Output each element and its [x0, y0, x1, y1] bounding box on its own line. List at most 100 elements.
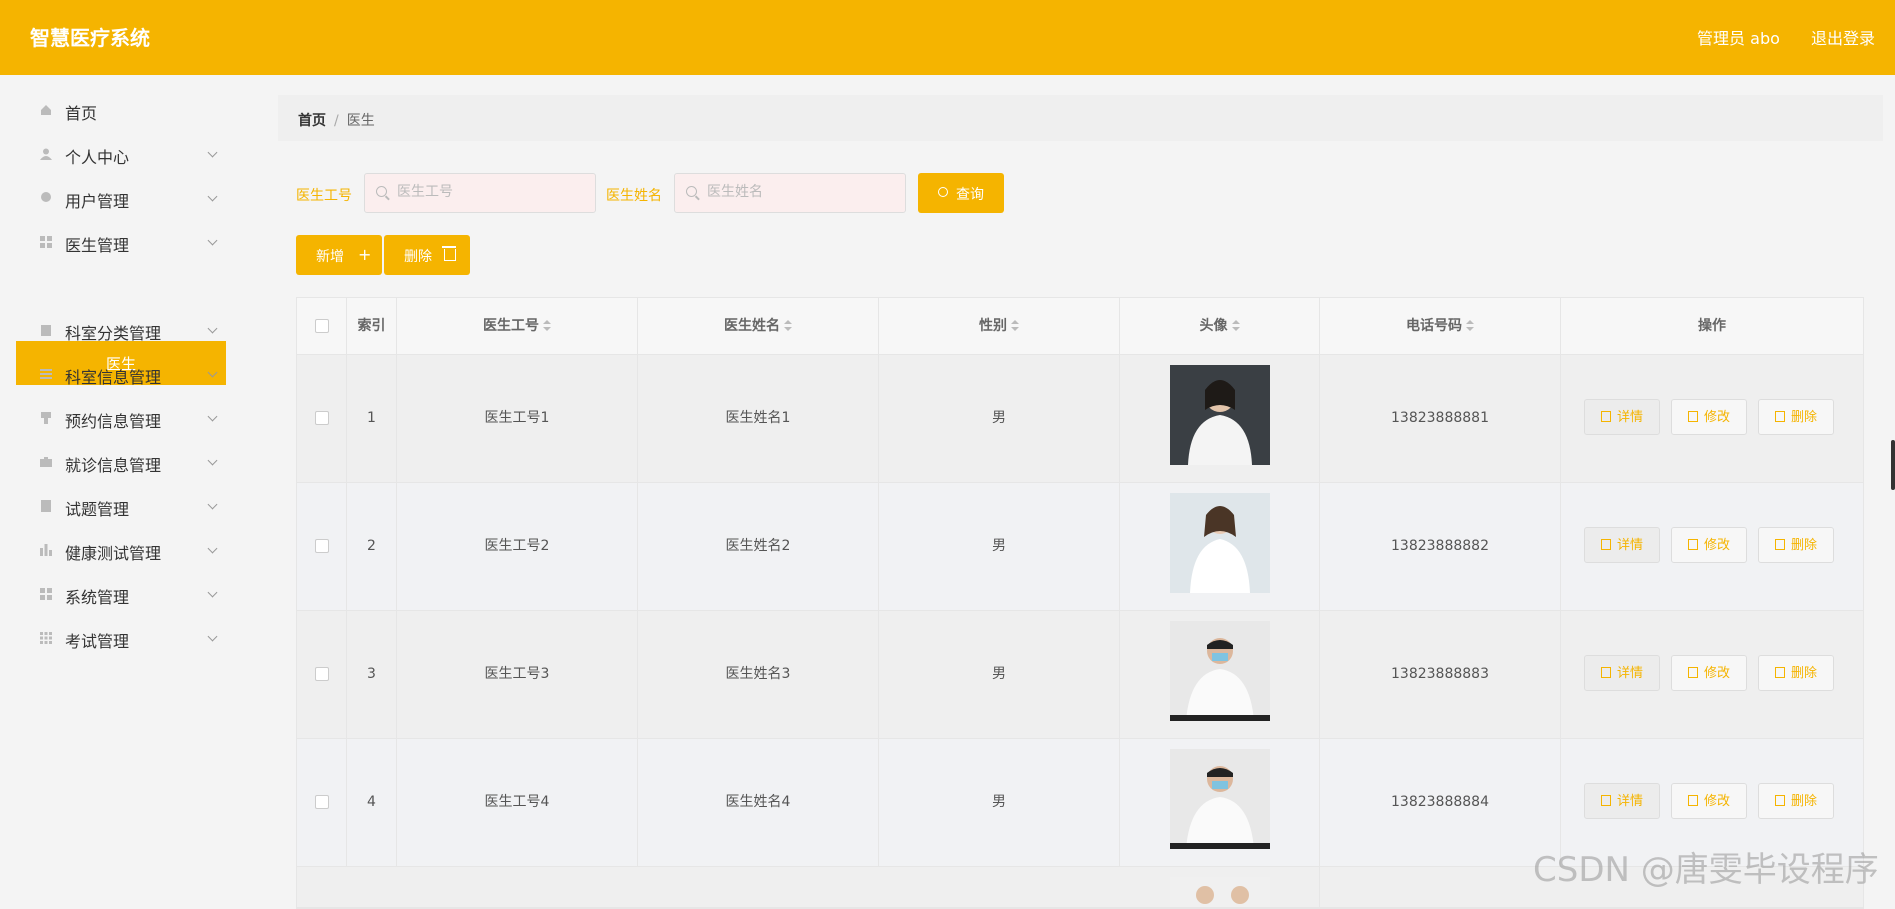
col-doctor-name[interactable]: 医生姓名 — [638, 298, 879, 354]
bookmark-icon — [41, 412, 51, 424]
doctor-name-input[interactable] — [705, 183, 899, 201]
row-checkbox[interactable] — [314, 411, 329, 425]
doctor-avatar — [1170, 365, 1270, 465]
trash-icon — [442, 246, 456, 261]
briefcase-icon — [40, 457, 52, 467]
col-avatar[interactable]: 头像 — [1120, 298, 1320, 354]
search-icon — [686, 186, 697, 197]
delete-label: 删除 — [1790, 410, 1817, 425]
doctor-name-field[interactable] — [674, 173, 906, 213]
sidebar-item-system[interactable]: 系统管理 — [16, 573, 226, 617]
edit-button[interactable]: 修改 — [1671, 655, 1747, 691]
edit-button[interactable]: 修改 — [1671, 783, 1747, 819]
edit-button[interactable]: 修改 — [1671, 527, 1747, 563]
chevron-down-icon — [207, 147, 218, 158]
user-icon — [40, 148, 52, 160]
detail-button[interactable]: 详情 — [1584, 527, 1660, 563]
row-checkbox[interactable] — [314, 795, 329, 809]
scrollbar[interactable] — [1891, 440, 1895, 490]
table-row: 1 医生工号1 医生姓名1 男 13823888881 详情 修改 删除 — [297, 355, 1863, 483]
table-header: 索引 医生工号 医生姓名 性别 头像 电话号码 操作 — [297, 298, 1863, 355]
col-doctor-id[interactable]: 医生工号 — [397, 298, 638, 354]
add-button[interactable]: 新增 + — [296, 235, 382, 275]
edit-button[interactable]: 修改 — [1671, 399, 1747, 435]
sidebar-item-label: 科室信息管理 — [65, 368, 162, 387]
sidebar-item-visit[interactable]: 就诊信息管理 — [16, 441, 226, 485]
row-checkbox[interactable] — [314, 539, 329, 553]
cell-gender: 男 — [879, 739, 1120, 866]
col-gender[interactable]: 性别 — [879, 298, 1120, 354]
doctor-avatar — [1170, 749, 1270, 849]
sidebar-item-user-management[interactable]: 用户管理 — [16, 177, 226, 221]
delete-button[interactable]: 删除 — [1758, 527, 1834, 563]
doctor-id-field[interactable] — [364, 173, 596, 213]
chevron-down-icon — [207, 631, 218, 642]
cell-avatar — [1120, 739, 1320, 866]
col-gender-label: 性别 — [979, 318, 1007, 334]
clipboard-icon — [41, 325, 51, 336]
col-phone[interactable]: 电话号码 — [1320, 298, 1561, 354]
chevron-down-icon — [207, 191, 218, 202]
sort-icon[interactable] — [784, 320, 792, 332]
sort-icon[interactable] — [1011, 320, 1019, 332]
doctor-table: 索引 医生工号 医生姓名 性别 头像 电话号码 操作 1 医生工号1 医生姓名1… — [296, 297, 1864, 909]
sidebar-item-personal-center[interactable]: 个人中心 — [16, 133, 226, 177]
sidebar-item-label: 科室分类管理 — [65, 324, 162, 343]
cell-phone: 13823888881 — [1320, 355, 1561, 482]
cell-ops: 详情 修改 删除 — [1561, 483, 1863, 610]
delete-button[interactable]: 删除 — [1758, 655, 1834, 691]
sidebar-item-appointment[interactable]: 预约信息管理 — [16, 397, 226, 441]
trash-icon — [1774, 667, 1785, 678]
sidebar-item-department-info[interactable]: 科室信息管理 — [16, 353, 226, 397]
col-doctor-name-label: 医生姓名 — [724, 318, 780, 334]
sort-icon[interactable] — [1231, 320, 1240, 332]
sidebar-item-doctor-management[interactable]: 医生管理 — [16, 221, 226, 265]
sidebar-item-label: 试题管理 — [65, 500, 130, 519]
sidebar-item-exam[interactable]: 考试管理 — [16, 617, 226, 661]
sidebar-item-health-test[interactable]: 健康测试管理 — [16, 529, 226, 573]
chevron-down-icon — [207, 367, 218, 378]
cell-index: 2 — [347, 483, 397, 610]
cell-doctor-name: 医生姓名2 — [638, 483, 879, 610]
edit-icon — [1687, 539, 1698, 550]
top-right: 管理员 abo 退出登录 — [1671, 25, 1875, 49]
sidebar-item-department-category[interactable]: 科室分类管理 — [16, 309, 226, 353]
delete-label: 删除 — [1790, 794, 1817, 809]
doctor-id-label: 医生工号 — [296, 188, 352, 204]
delete-button[interactable]: 删除 — [1758, 783, 1834, 819]
detail-button[interactable]: 详情 — [1584, 399, 1660, 435]
select-all-checkbox[interactable] — [314, 319, 329, 333]
table-row: 3 医生工号3 医生姓名3 男 13823888883 详情 修改 删除 — [297, 611, 1863, 739]
add-button-label: 新增 — [316, 249, 344, 265]
chevron-down-icon — [207, 587, 218, 598]
batch-delete-button[interactable]: 删除 — [384, 235, 470, 275]
sidebar-item-questions[interactable]: 试题管理 — [16, 485, 226, 529]
detail-button[interactable]: 详情 — [1584, 655, 1660, 691]
apps-icon — [40, 632, 52, 644]
edit-icon — [1687, 667, 1698, 678]
logout-link[interactable]: 退出登录 — [1811, 29, 1875, 48]
sort-icon[interactable] — [1466, 320, 1474, 332]
detail-button[interactable]: 详情 — [1584, 783, 1660, 819]
sidebar-item-label: 个人中心 — [65, 148, 130, 167]
sort-icon[interactable] — [543, 320, 551, 332]
doctor-id-input[interactable] — [395, 183, 589, 201]
cell-avatar — [1120, 611, 1320, 738]
cell-index: 4 — [347, 739, 397, 866]
cell-avatar — [1120, 483, 1320, 610]
doctor-avatar — [1170, 877, 1270, 907]
query-button[interactable]: 查询 — [918, 173, 1004, 213]
document-icon — [1600, 411, 1611, 422]
cell-gender: 男 — [879, 611, 1120, 738]
delete-button[interactable]: 删除 — [1758, 399, 1834, 435]
detail-label: 详情 — [1616, 538, 1643, 553]
delete-label: 删除 — [1790, 666, 1817, 681]
breadcrumb-separator: / — [334, 113, 339, 129]
row-checkbox[interactable] — [314, 667, 329, 681]
trash-icon — [1774, 795, 1785, 806]
sidebar-item-home[interactable]: 首页 — [16, 89, 226, 133]
cell-gender: 男 — [879, 483, 1120, 610]
breadcrumb-home[interactable]: 首页 — [298, 113, 326, 129]
top-bar: 智慧医疗系统 管理员 abo 退出登录 — [0, 0, 1895, 75]
search-icon — [376, 186, 387, 197]
